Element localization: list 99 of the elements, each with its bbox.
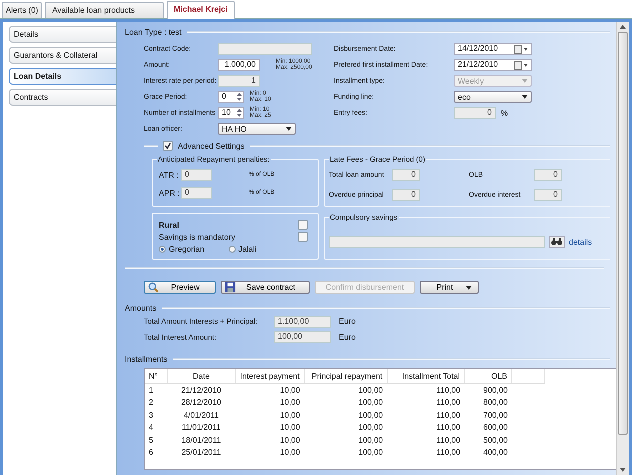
table-cell-text: 25/01/2011: [180, 447, 222, 459]
table-cell-text: 100,00: [358, 397, 384, 409]
column-header[interactable]: Principal repayment: [304, 369, 388, 384]
column-header[interactable]: N°: [145, 369, 168, 384]
date-field[interactable]: 14/12/2010: [454, 43, 532, 55]
table-cell-text: 110,00: [436, 410, 462, 422]
search-button[interactable]: [549, 236, 565, 248]
sidebar-item[interactable]: Loan Details: [9, 68, 116, 85]
table-cell-text: 110,00: [436, 434, 462, 446]
text-field[interactable]: 0: [392, 189, 420, 201]
caret-icon: [286, 127, 292, 131]
calendar-icon[interactable]: [514, 44, 528, 54]
table-cell: 1: [145, 384, 168, 396]
table-cell-text: 10,00: [279, 410, 302, 422]
table-cell-text: 28/12/2010: [180, 397, 222, 409]
tab[interactable]: Available loan products: [45, 2, 164, 18]
scrollbar[interactable]: [616, 22, 629, 475]
section-title: Loan Type : test: [125, 28, 182, 36]
action-button[interactable]: Save contract: [221, 281, 310, 294]
checkbox-label[interactable]: Advanced Settings: [178, 142, 245, 150]
table-cell-text: 5: [148, 434, 154, 446]
table-cell-text: 600,00: [482, 422, 509, 434]
spinner-arrows-icon[interactable]: [236, 92, 243, 102]
section-title: Amounts: [125, 304, 157, 312]
action-button[interactable]: Print: [420, 281, 479, 294]
calendar-icon[interactable]: [514, 60, 528, 70]
column-header[interactable]: OLB: [464, 369, 512, 384]
checkbox[interactable]: [298, 220, 308, 230]
text-field[interactable]: 1.000,00: [218, 59, 260, 71]
table-cell: 100,00: [304, 384, 388, 396]
text-field[interactable]: [329, 236, 545, 248]
table-cell-text: 100,00: [358, 422, 384, 434]
table-cell-text: 18/01/2011: [180, 434, 222, 446]
date-field[interactable]: 21/12/2010: [454, 59, 532, 71]
dropdown[interactable]: eco: [454, 91, 532, 103]
column-header[interactable]: Date: [167, 369, 236, 384]
binoculars-icon: [551, 238, 563, 246]
table-cell-text: 3: [148, 410, 154, 422]
table-cell-text: 700,00: [482, 410, 509, 422]
table-cell-text: 10,00: [279, 422, 302, 434]
tab[interactable]: Michael Krejci: [167, 1, 235, 20]
caret-icon: [522, 79, 528, 83]
unit-label: %: [501, 108, 508, 118]
unit-label: Euro: [339, 317, 356, 326]
text-field[interactable]: 0: [534, 169, 562, 181]
spin-field[interactable]: 0: [218, 91, 244, 103]
dropdown[interactable]: HA HO: [218, 123, 296, 135]
table-cell: 110,00: [387, 384, 465, 396]
table-cell-text: 2: [148, 397, 154, 409]
magnifier-icon: [148, 282, 159, 293]
table-cell-text: 110,00: [436, 422, 462, 434]
table-cell-text: 800,00: [482, 397, 509, 409]
action-button[interactable]: Preview: [144, 281, 216, 294]
text-field[interactable]: 1.100,00: [274, 316, 331, 328]
column-header[interactable]: Installment Total: [387, 369, 465, 384]
scroll-down-icon[interactable]: [620, 468, 626, 472]
checkbox[interactable]: [298, 232, 308, 242]
sidebar-item[interactable]: Guarantors & Collateral: [9, 47, 116, 64]
text-field[interactable]: 0: [392, 169, 420, 181]
table-cell: 900,00: [464, 384, 512, 396]
unit-label: Euro: [339, 332, 356, 342]
caret-icon: [466, 286, 472, 290]
table-cell-text: 10,00: [279, 434, 302, 446]
text-field[interactable]: 100,00: [274, 331, 331, 344]
text-field[interactable]: 0: [534, 189, 562, 201]
table-cell-text: 11/01/2011: [181, 422, 222, 434]
scroll-up-icon[interactable]: [620, 25, 626, 29]
sidebar-item[interactable]: Contracts: [9, 89, 116, 106]
field-label: ATR :: [159, 170, 180, 180]
tab[interactable]: Alerts (0): [2, 2, 42, 18]
table-cell-text: 400,00: [482, 447, 509, 459]
table-cell-text: 6: [148, 447, 154, 459]
table-cell-text: 10,00: [279, 397, 302, 409]
radio-button[interactable]: Gregorian: [159, 244, 205, 254]
table-cell-text: 100,00: [358, 410, 384, 422]
spinner-arrows-icon[interactable]: [236, 108, 243, 118]
section-title: Installments: [125, 354, 168, 364]
group-title: Rural: [159, 220, 180, 230]
text-field[interactable]: 0: [181, 169, 212, 181]
details-link[interactable]: details: [569, 238, 592, 246]
checkbox[interactable]: [163, 141, 173, 151]
table-cell-text: 110,00: [436, 447, 462, 459]
table-cell-text: 100,00: [358, 447, 384, 459]
table-cell-text: 4/01/2011: [182, 410, 220, 422]
field-label: APR :: [159, 188, 181, 198]
table-cell-text: 500,00: [482, 434, 509, 446]
spin-field[interactable]: 10: [218, 107, 244, 119]
caret-icon: [522, 95, 528, 99]
checkbox-label: Savings is mandatory: [159, 232, 236, 242]
column-header[interactable]: Interest payment: [236, 369, 304, 384]
radio-button[interactable]: Jalali: [228, 244, 257, 254]
table-cell-text: 100,00: [358, 434, 384, 446]
table-cell-text: 4: [148, 422, 154, 434]
table-cell-text: 110,00: [436, 397, 462, 409]
sidebar-item[interactable]: Details: [9, 26, 116, 43]
table-cell-text: 10,00: [279, 447, 302, 459]
table-cell: 10,00: [236, 384, 304, 396]
table-cell: 21/12/2010: [167, 384, 236, 396]
text-field[interactable]: 0: [181, 187, 212, 199]
